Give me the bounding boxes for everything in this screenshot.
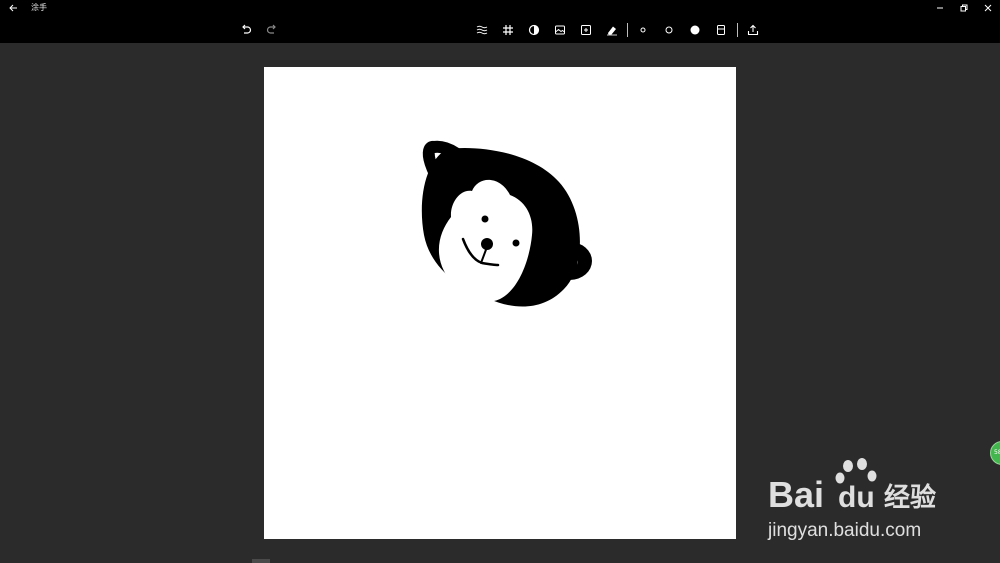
add-image-icon (581, 25, 591, 35)
monkey-face-drawing (421, 140, 592, 307)
watermark-product: 经验 (884, 482, 936, 513)
minimize-icon (937, 7, 943, 9)
close-button[interactable] (976, 0, 1000, 16)
back-button[interactable] (6, 1, 20, 15)
restore-icon (960, 4, 968, 12)
texture-button[interactable] (472, 20, 492, 40)
share-icon (747, 24, 759, 36)
back-arrow-icon (9, 4, 17, 12)
image-button[interactable] (550, 20, 570, 40)
toolbar (0, 16, 1000, 43)
title-bar: 涂手 (0, 0, 1000, 16)
large-brush-button[interactable] (685, 20, 705, 40)
undo-button[interactable] (236, 20, 256, 40)
contrast-button[interactable] (524, 20, 544, 40)
add-image-button[interactable] (576, 20, 596, 40)
layer-button[interactable] (711, 20, 731, 40)
grid-button[interactable] (498, 20, 518, 40)
app-title: 涂手 (31, 3, 47, 12)
undo-icon (242, 24, 252, 34)
watermark-brand-suffix: du (838, 481, 875, 514)
redo-icon (266, 24, 276, 34)
layer-icon (717, 25, 725, 35)
toolbar-separator (737, 23, 738, 37)
restore-button[interactable] (952, 0, 976, 16)
eraser-button[interactable] (602, 20, 622, 40)
watermark-url: jingyan.baidu.com (767, 520, 921, 541)
watermark-brand: Bai (768, 474, 824, 515)
medium-brush-button[interactable] (659, 20, 679, 40)
large-brush-icon (690, 25, 700, 35)
redo-button[interactable] (262, 20, 282, 40)
image-icon (555, 25, 565, 35)
contrast-icon (528, 24, 540, 36)
medium-brush-icon (665, 26, 673, 34)
small-brush-icon (640, 27, 646, 33)
grid-icon (503, 25, 513, 35)
small-brush-button[interactable] (633, 20, 653, 40)
baidu-logo-icon: Bai du 经验 jingyan.baidu.com (767, 458, 936, 541)
eraser-icon (607, 26, 617, 36)
baidu-jingyan-watermark: Bai du 经验 jingyan.baidu.com (766, 456, 966, 546)
toolbar-separator (627, 23, 628, 37)
drawing-canvas[interactable] (264, 67, 736, 539)
minimize-button[interactable] (928, 0, 952, 16)
share-button[interactable] (743, 20, 763, 40)
texture-icon (476, 25, 488, 35)
paw-icon (835, 458, 877, 484)
close-icon (984, 4, 992, 12)
scroll-indicator[interactable] (252, 559, 270, 563)
